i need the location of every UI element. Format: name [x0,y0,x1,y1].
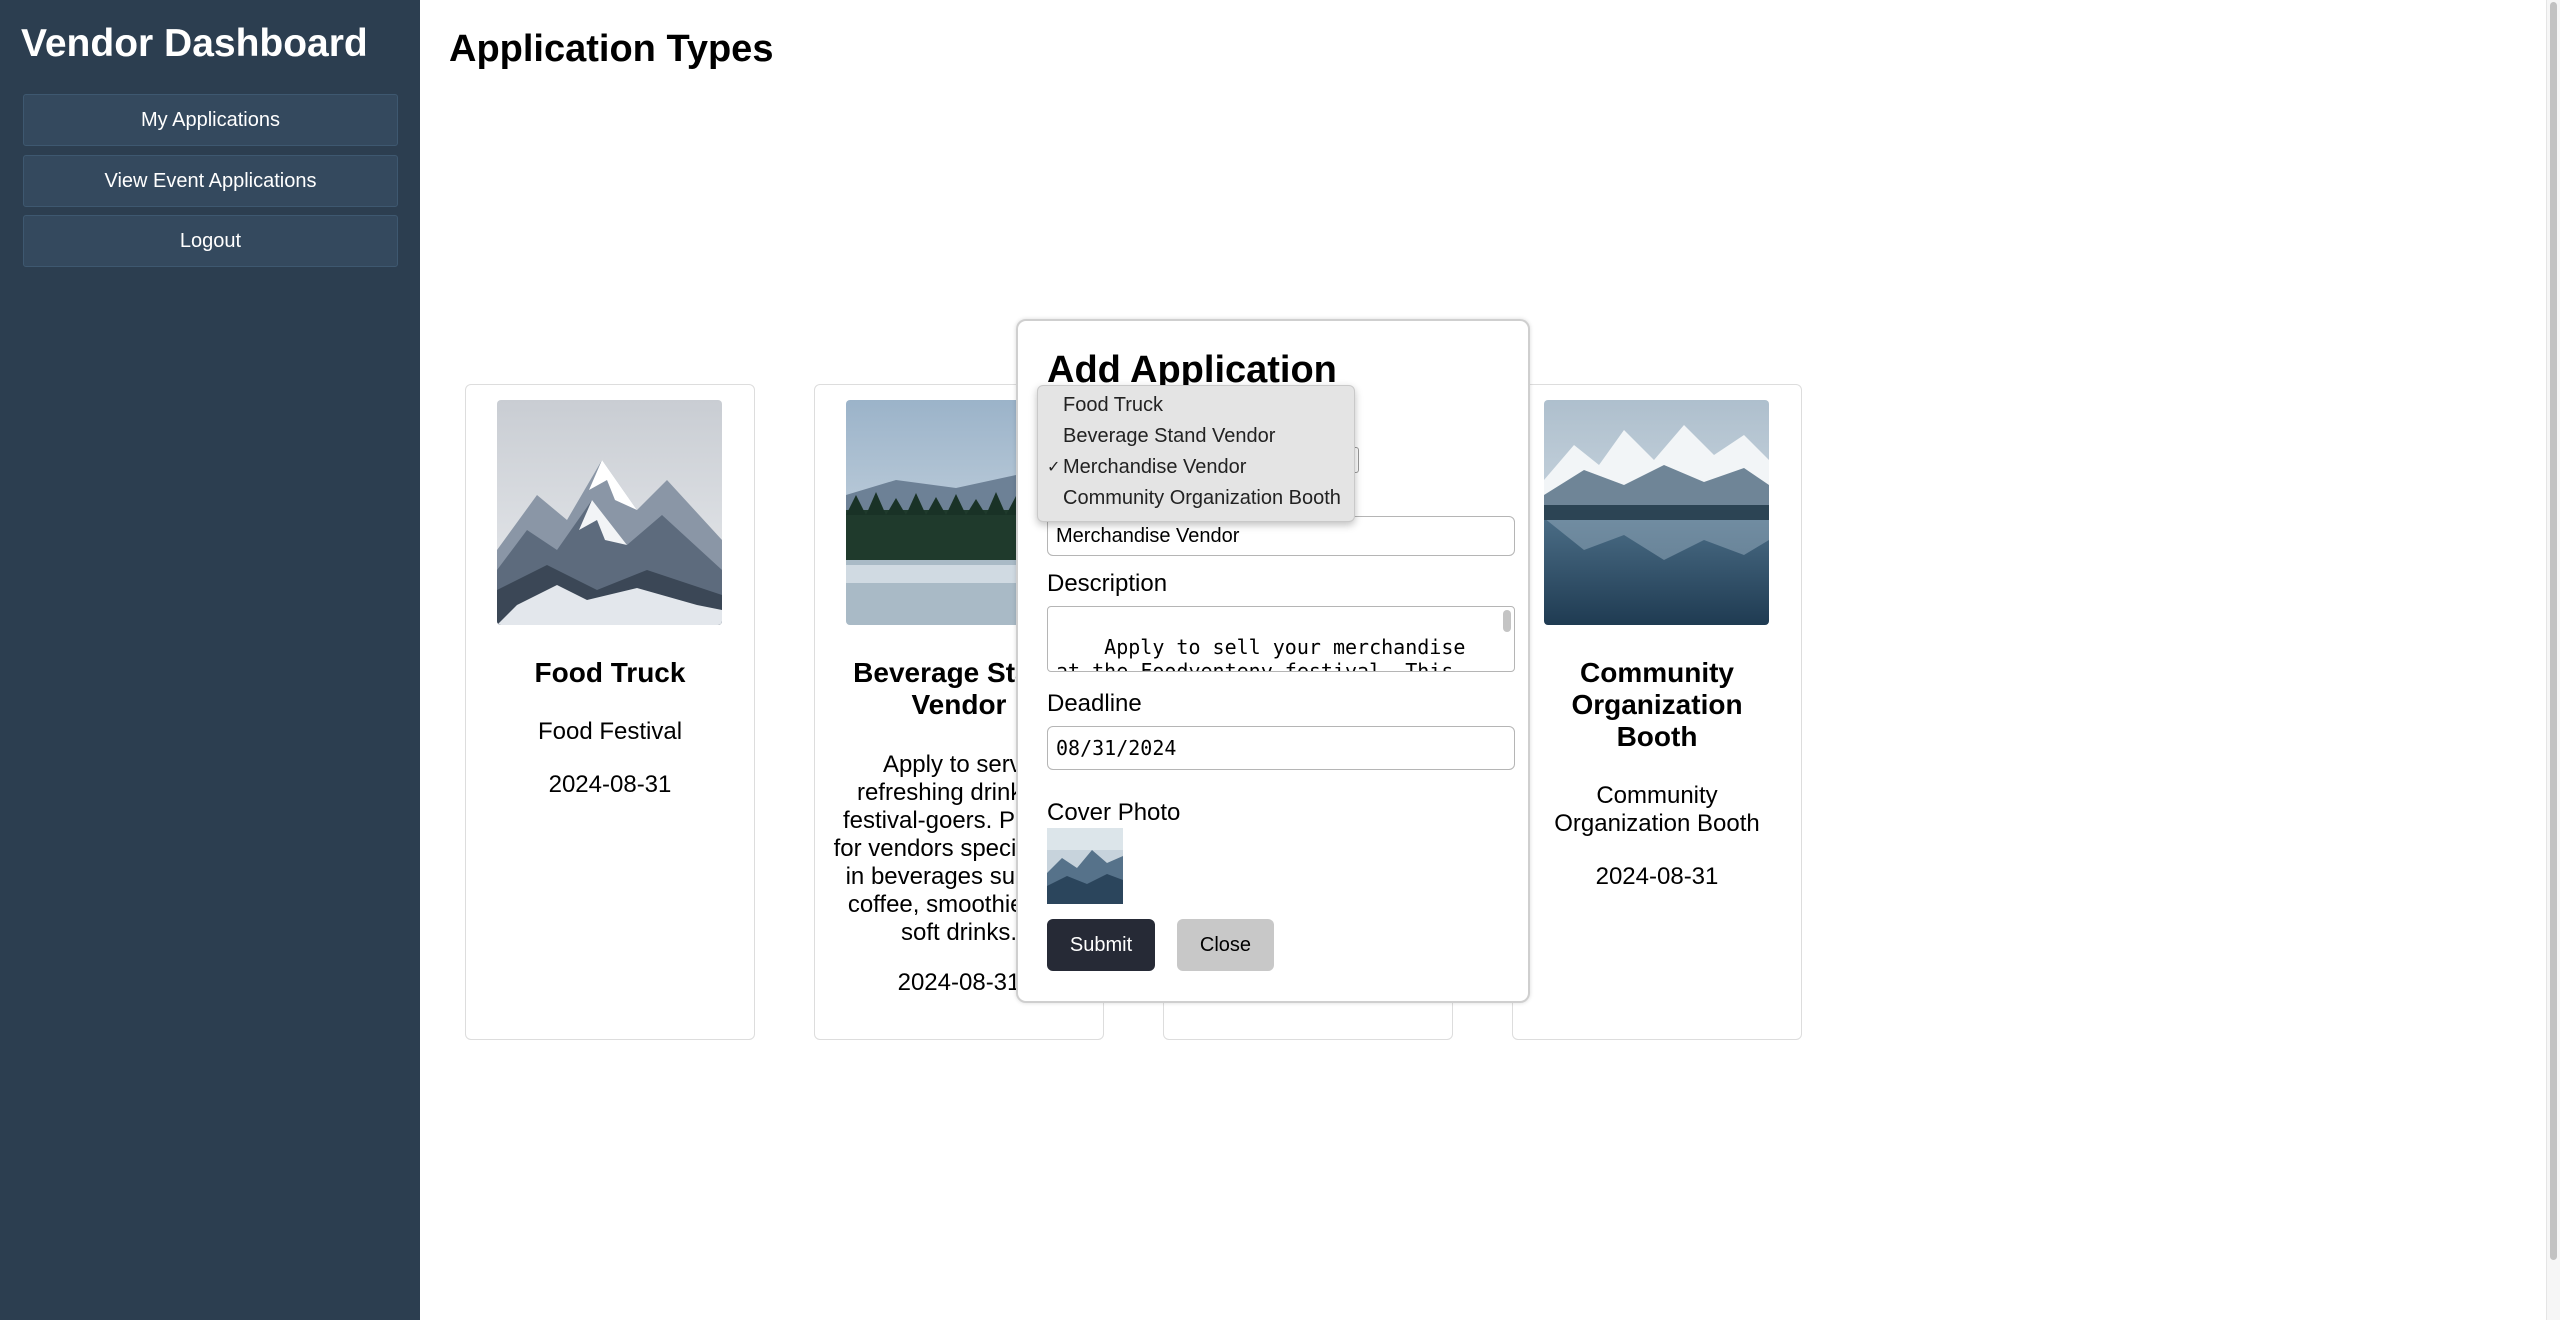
card-date: 2024-08-31 [1595,863,1719,890]
description-textarea[interactable]: Apply to sell your merchandise at the Fo… [1047,606,1515,672]
page-scrollbar[interactable] [2546,0,2560,1320]
view-event-applications-button[interactable]: View Event Applications [23,155,398,207]
dropdown-option-merchandise[interactable]: ✓ Merchandise Vendor [1038,452,1354,483]
description-label: Description [1047,570,1168,597]
dropdown-option-community-booth[interactable]: Community Organization Booth [1038,483,1354,514]
sidebar-title: Vendor Dashboard [21,22,368,65]
card-image-snowy-mountains [497,400,722,625]
page-scroll-thumb[interactable] [2550,2,2557,1260]
deadline-label: Deadline [1047,690,1142,717]
dropdown-option-food-truck[interactable]: Food Truck [1038,390,1354,421]
description-scrollbar[interactable] [1503,610,1511,632]
card-date: 2024-08-31 [548,771,672,798]
cover-photo-thumbnail[interactable] [1047,828,1123,904]
logout-button[interactable]: Logout [23,215,398,267]
card-title: Community Organization Booth [1571,657,1743,752]
card-subtitle: Community Organization Booth [1554,782,1760,837]
checkmark-icon: ✓ [1047,459,1061,476]
deadline-date-input[interactable]: 08/31/2024 [1047,726,1515,770]
submit-button[interactable]: Submit [1047,919,1155,971]
application-card-community-booth[interactable]: Community Organization Booth Community O… [1512,384,1802,1040]
dropdown-option-label: Merchandise Vendor [1063,456,1247,478]
sidebar: Vendor Dashboard My Applications View Ev… [0,0,420,1320]
close-button[interactable]: Close [1177,919,1274,971]
description-text: Apply to sell your merchandise at the Fo… [1056,635,1466,672]
my-applications-button[interactable]: My Applications [23,94,398,146]
cover-photo-label: Cover Photo [1047,799,1181,826]
application-name-input[interactable]: Merchandise Vendor [1047,516,1515,556]
card-subtitle: Food Festival [537,718,683,745]
application-card-food-truck[interactable]: Food Truck Food Festival 2024-08-31 [465,384,755,1040]
card-image-alpine-lake [1544,400,1769,625]
card-title: Food Truck [534,657,686,688]
application-type-dropdown: Food Truck Beverage Stand Vendor ✓ Merch… [1037,385,1355,522]
page-title: Application Types [449,28,774,70]
dropdown-option-beverage-stand[interactable]: Beverage Stand Vendor [1038,421,1354,452]
